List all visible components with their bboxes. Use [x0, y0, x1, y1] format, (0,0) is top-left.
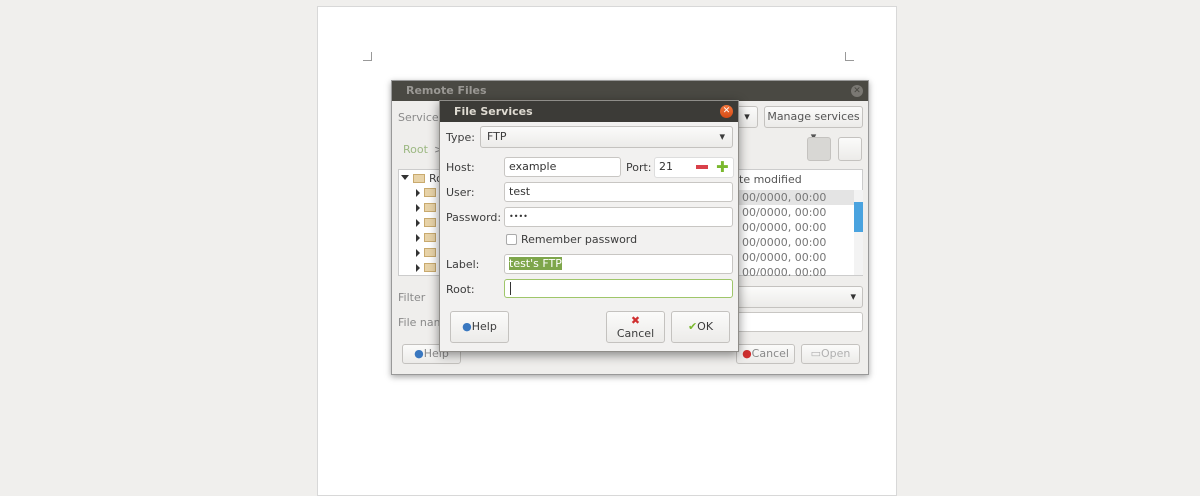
manage-services-button[interactable]: Manage services ▾: [764, 106, 863, 143]
folder-icon: [424, 263, 436, 272]
open-button[interactable]: ▭Open: [801, 344, 860, 364]
column-header-date-modified[interactable]: te modified: [739, 173, 802, 186]
folder-icon: [424, 218, 436, 227]
folder-icon: [413, 174, 425, 183]
folder-icon: [424, 233, 436, 242]
type-label: Type:: [446, 131, 475, 144]
user-label: User:: [446, 186, 475, 199]
date-cell: 00/0000, 00:00: [742, 266, 827, 276]
filename-input[interactable]: [732, 312, 863, 332]
cancel-icon: ●: [742, 347, 752, 360]
password-input[interactable]: ••••: [504, 207, 733, 227]
type-dropdown[interactable]: FTP ▾: [480, 126, 733, 148]
scrollbar-thumb[interactable]: [854, 202, 863, 232]
folder-icon: [424, 203, 436, 212]
file-services-dialog: File Services ✕ Type: FTP ▾ Host: example…: [439, 100, 739, 352]
check-icon: ✔: [687, 320, 698, 333]
filter-label: Filter: [398, 291, 426, 304]
decrement-icon[interactable]: [696, 165, 708, 169]
root-input[interactable]: [504, 279, 733, 298]
folder-icon: [424, 188, 436, 197]
date-cell: 00/0000, 00:00: [742, 191, 827, 204]
remember-password-checkbox[interactable]: [506, 234, 517, 245]
close-icon[interactable]: ✕: [720, 105, 733, 118]
expander-icon[interactable]: [416, 219, 420, 227]
help-button[interactable]: ●Help: [450, 311, 509, 343]
breadcrumb-root[interactable]: Root: [403, 143, 428, 156]
label-input[interactable]: test's FTP: [504, 254, 733, 274]
help-icon: ●: [414, 347, 424, 360]
crop-mark: [363, 52, 372, 61]
title-bar: Remote Files: [392, 81, 868, 101]
date-cell: 00/0000, 00:00: [742, 206, 827, 219]
filter-dropdown[interactable]: ▾: [732, 286, 863, 308]
cancel-icon: ✖: [630, 314, 641, 327]
expander-icon[interactable]: [416, 234, 420, 242]
window-title: Remote Files: [406, 84, 487, 97]
folder-icon: [424, 248, 436, 257]
date-cell: 00/0000, 00:00: [742, 251, 827, 264]
cancel-button[interactable]: ●Cancel: [736, 344, 795, 364]
date-cell: 00/0000, 00:00: [742, 236, 827, 249]
password-label: Password:: [446, 211, 502, 224]
icon-view-icon[interactable]: [838, 137, 862, 161]
expander-icon[interactable]: [416, 189, 420, 197]
date-cell: 00/0000, 00:00: [742, 221, 827, 234]
user-input[interactable]: test: [504, 182, 733, 202]
host-input[interactable]: example: [504, 157, 621, 177]
service-label: Service:: [398, 111, 443, 124]
selected-text: test's FTP: [509, 257, 562, 270]
cancel-button[interactable]: ✖ Cancel: [606, 311, 665, 343]
remember-password-label[interactable]: Remember password: [521, 233, 637, 246]
root-label: Root:: [446, 283, 475, 296]
list-view-icon[interactable]: [807, 137, 831, 161]
crop-mark: [845, 52, 854, 61]
open-icon: ▭: [810, 347, 821, 360]
title-bar: File Services: [440, 101, 738, 122]
close-icon[interactable]: ✕: [851, 85, 863, 97]
dialog-title: File Services: [454, 105, 533, 118]
expander-icon[interactable]: [416, 249, 420, 257]
port-label: Port:: [626, 161, 652, 174]
expander-icon[interactable]: [416, 204, 420, 212]
expander-icon[interactable]: [416, 264, 420, 272]
ok-button[interactable]: ✔OK: [671, 311, 730, 343]
label-label: Label:: [446, 258, 480, 271]
scrollbar[interactable]: [854, 190, 863, 275]
host-label: Host:: [446, 161, 475, 174]
increment-icon[interactable]: ✚: [716, 160, 729, 175]
expander-icon[interactable]: [401, 175, 409, 180]
service-dropdown-button[interactable]: ▾: [736, 106, 758, 128]
help-icon: ●: [462, 320, 472, 333]
